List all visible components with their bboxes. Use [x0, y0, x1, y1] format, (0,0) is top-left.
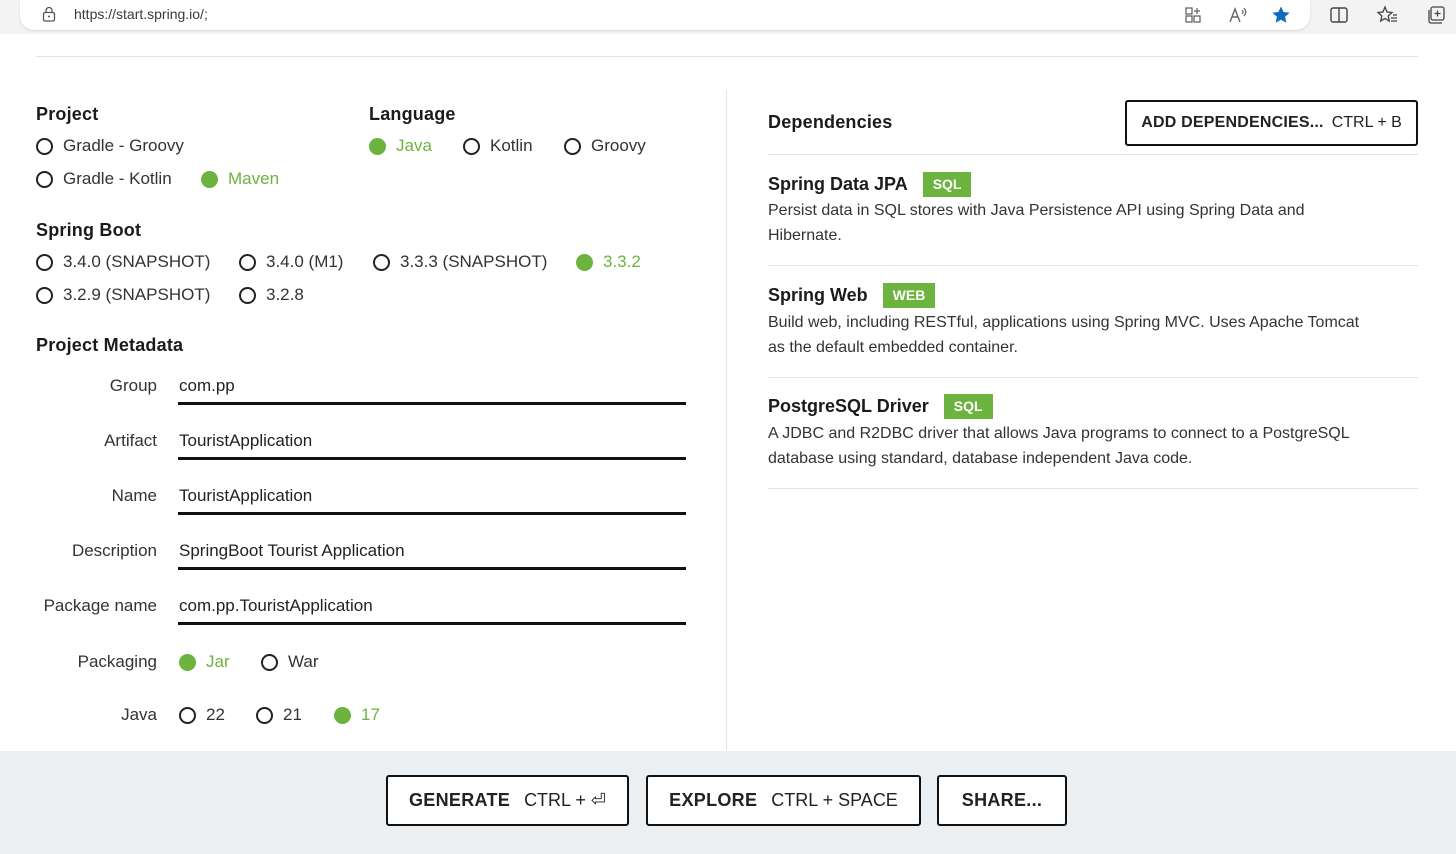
radio-indicator	[239, 253, 256, 271]
boot-3-3-3-snapshot[interactable]: 3.3.3 (SNAPSHOT)	[373, 252, 547, 272]
radio-indicator	[36, 137, 53, 155]
dependency-spring-data-jpa[interactable]: Spring Data JPA SQL	[768, 172, 972, 197]
package-name-label: Package name	[43, 596, 157, 615]
java-label: Java	[121, 705, 157, 724]
radio-indicator	[261, 653, 278, 671]
boot-3-4-0-m1[interactable]: 3.4.0 (M1)	[239, 252, 343, 272]
lock-icon[interactable]	[42, 6, 56, 22]
packaging-war[interactable]: War	[261, 652, 319, 672]
group-input[interactable]	[178, 369, 686, 405]
packaging-label: Packaging	[77, 652, 157, 671]
java-17[interactable]: 17	[334, 705, 380, 725]
radio-indicator	[334, 706, 351, 724]
project-title: Project	[36, 104, 99, 124]
radio-indicator	[201, 170, 218, 188]
dependency-description: Persist data in SQL stores with Java Per…	[768, 202, 1305, 244]
dependency-description: A JDBC and R2DBC driver that allows Java…	[768, 425, 1350, 467]
explore-button[interactable]: EXPLORE CTRL + SPACE	[646, 775, 921, 826]
boot-3-2-8[interactable]: 3.2.8	[239, 285, 304, 305]
collections-icon[interactable]	[1425, 4, 1447, 26]
description-label: Description	[71, 541, 157, 560]
project-gradle-kotlin[interactable]: Gradle - Kotlin	[36, 169, 172, 189]
radio-indicator	[256, 706, 273, 724]
apps-icon[interactable]	[1182, 4, 1204, 26]
dependency-divider	[768, 377, 1418, 378]
read-aloud-icon[interactable]	[1227, 4, 1249, 26]
artifact-label: Artifact	[104, 431, 157, 450]
header-divider	[36, 56, 1418, 57]
java-21[interactable]: 21	[256, 705, 302, 725]
group-label: Group	[109, 376, 157, 395]
packaging-jar[interactable]: Jar	[179, 652, 230, 672]
boot-3-4-0-snapshot[interactable]: 3.4.0 (SNAPSHOT)	[36, 252, 210, 272]
language-kotlin[interactable]: Kotlin	[463, 136, 533, 156]
radio-indicator	[576, 253, 593, 271]
java-22[interactable]: 22	[179, 705, 225, 725]
radio-indicator	[36, 253, 53, 271]
language-groovy[interactable]: Groovy	[564, 136, 646, 156]
address-bar[interactable]: https://start.spring.io/;	[20, 0, 1310, 30]
language-java[interactable]: Java	[369, 136, 432, 156]
dependency-divider	[768, 265, 1418, 266]
dependency-badge: WEB	[882, 283, 936, 308]
name-label: Name	[111, 486, 157, 505]
browser-toolbar: https://start.spring.io/;	[0, 0, 1456, 34]
dependency-postgresql-driver[interactable]: PostgreSQL Driver SQL	[768, 394, 993, 419]
favorites-icon[interactable]	[1376, 4, 1398, 26]
dependency-description: Build web, including RESTful, applicatio…	[768, 314, 1360, 356]
share-button[interactable]: SHARE...	[937, 775, 1067, 826]
dependency-badge: SQL	[943, 394, 993, 419]
radio-indicator	[36, 286, 53, 304]
name-input[interactable]	[178, 479, 686, 515]
dependency-divider	[768, 154, 1418, 155]
radio-indicator	[463, 137, 480, 155]
radio-indicator	[179, 653, 196, 671]
project-metadata-title: Project Metadata	[36, 335, 184, 355]
boot-3-3-2[interactable]: 3.3.2	[576, 252, 641, 272]
project-gradle-groovy[interactable]: Gradle - Groovy	[36, 136, 184, 156]
artifact-input[interactable]	[178, 424, 686, 460]
radio-indicator	[36, 170, 53, 188]
package-name-input[interactable]	[178, 589, 686, 625]
dependencies-title: Dependencies	[768, 112, 893, 132]
dependency-spring-web[interactable]: Spring Web WEB	[768, 283, 936, 308]
language-title: Language	[369, 104, 456, 124]
favorite-star-icon[interactable]	[1270, 4, 1292, 26]
description-input[interactable]	[178, 534, 686, 570]
project-maven[interactable]: Maven	[201, 169, 279, 189]
radio-indicator	[564, 137, 581, 155]
generate-button[interactable]: GENERATE CTRL + ⏎	[386, 775, 629, 826]
dependency-badge: SQL	[922, 172, 972, 197]
split-screen-icon[interactable]	[1328, 4, 1350, 26]
add-dependencies-button[interactable]: ADD DEPENDENCIES... CTRL + B	[1125, 100, 1418, 146]
radio-indicator	[239, 286, 256, 304]
url-text[interactable]: https://start.spring.io/;	[74, 6, 208, 22]
spring-boot-title: Spring Boot	[36, 220, 142, 240]
radio-indicator	[179, 706, 196, 724]
column-divider	[726, 90, 727, 750]
radio-indicator	[369, 137, 386, 155]
dependency-divider	[768, 488, 1418, 489]
boot-3-2-9-snapshot[interactable]: 3.2.9 (SNAPSHOT)	[36, 285, 210, 305]
radio-indicator	[373, 253, 390, 271]
